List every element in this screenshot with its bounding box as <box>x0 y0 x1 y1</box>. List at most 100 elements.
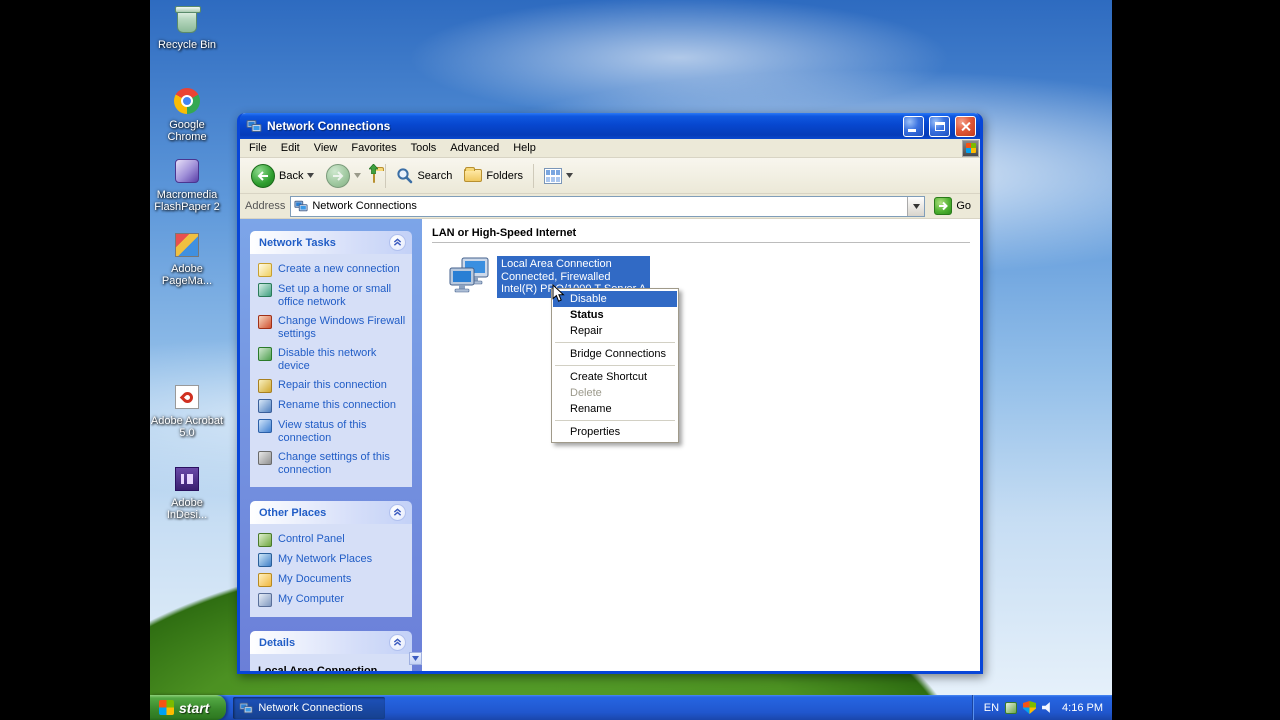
language-indicator[interactable]: EN <box>984 702 999 714</box>
menu-favorites[interactable]: Favorites <box>344 140 403 156</box>
task-label: Rename this connection <box>278 399 397 411</box>
windows-flag-icon <box>159 700 174 715</box>
task-create-new-connection[interactable]: Create a new connection <box>256 260 409 280</box>
context-menu-item-disable[interactable]: Disable <box>553 291 677 307</box>
connection-status: Connected, Firewalled <box>501 270 611 283</box>
address-label: Address <box>245 200 286 212</box>
pagemaker-icon <box>172 230 202 260</box>
folders-label: Folders <box>486 169 524 182</box>
collapse-button[interactable] <box>389 634 406 651</box>
security-shield-icon[interactable] <box>1023 701 1037 714</box>
start-button[interactable]: start <box>150 695 227 720</box>
local-area-connection-item[interactable]: Local Area Connection Connected, Firewal… <box>448 256 970 298</box>
recycle-bin-icon <box>172 6 202 36</box>
forward-icon <box>326 163 351 188</box>
chevron-down-icon <box>412 656 419 661</box>
up-folder-icon <box>369 163 379 183</box>
link-control-panel[interactable]: Control Panel <box>256 530 409 550</box>
up-button[interactable] <box>368 163 380 185</box>
taskbar-button-label: Network Connections <box>258 701 363 714</box>
task-repair-connection[interactable]: Repair this connection <box>256 376 409 396</box>
desktop-icon-recycle-bin[interactable]: Recycle Bin <box>150 6 224 51</box>
context-menu-item-bridge-connections[interactable]: Bridge Connections <box>553 346 677 362</box>
desktop-icon-google-chrome[interactable]: Google Chrome <box>150 86 224 143</box>
chevron-up-icon <box>393 638 402 646</box>
context-menu-item-properties[interactable]: Properties <box>553 424 677 440</box>
menu-view[interactable]: View <box>307 140 345 156</box>
menu-edit[interactable]: Edit <box>274 140 307 156</box>
task-change-settings[interactable]: Change settings of this connection <box>256 448 409 480</box>
address-combobox[interactable]: Network Connections <box>290 195 926 217</box>
group-header: LAN or High-Speed Internet <box>432 225 970 243</box>
context-menu: Disable Status Repair Bridge Connections… <box>551 288 679 443</box>
address-dropdown-button[interactable] <box>907 196 925 216</box>
search-button[interactable]: Search <box>391 164 457 187</box>
context-menu-item-create-shortcut[interactable]: Create Shortcut <box>553 369 677 385</box>
collapse-button[interactable] <box>389 234 406 251</box>
task-setup-home-network[interactable]: Set up a home or small office network <box>256 280 409 312</box>
details-header[interactable]: Details <box>250 631 412 654</box>
link-my-network-places[interactable]: My Network Places <box>256 550 409 570</box>
rename-icon <box>258 399 272 413</box>
desktop-icon-label: Macromedia FlashPaper 2 <box>154 189 220 213</box>
other-places-section: Other Places Control Panel My Network Pl <box>250 501 412 617</box>
task-disable-device[interactable]: Disable this network device <box>256 344 409 376</box>
link-my-documents[interactable]: My Documents <box>256 570 409 590</box>
menu-help[interactable]: Help <box>506 140 543 156</box>
toolbar-separator <box>385 163 387 188</box>
desktop-icon-acrobat[interactable]: Adobe Acrobat 5.0 <box>150 382 224 439</box>
disable-device-icon <box>258 347 272 361</box>
taskbar-button-network-connections[interactable]: Network Connections <box>233 696 386 719</box>
desktop-icon-indesign[interactable]: Adobe InDesi... <box>150 464 224 521</box>
firewall-icon <box>258 315 272 329</box>
address-bar: Address Network Connections Go <box>240 194 980 219</box>
pane-scroll-down-button[interactable] <box>409 652 422 665</box>
connection-name: Local Area Connection <box>501 258 612 270</box>
task-change-firewall-settings[interactable]: Change Windows Firewall settings <box>256 312 409 344</box>
task-rename-connection[interactable]: Rename this connection <box>256 396 409 416</box>
other-places-body: Control Panel My Network Places My Docum… <box>250 524 412 617</box>
forward-dropdown-icon[interactable] <box>354 173 362 178</box>
network-tasks-header[interactable]: Network Tasks <box>250 231 412 254</box>
views-dropdown-icon[interactable] <box>566 173 574 178</box>
context-menu-item-status[interactable]: Status <box>553 307 677 323</box>
context-menu-item-rename[interactable]: Rename <box>553 401 677 417</box>
mouse-cursor <box>552 284 565 302</box>
network-tasks-title: Network Tasks <box>259 236 336 249</box>
indesign-icon <box>172 464 202 494</box>
back-button[interactable]: Back <box>246 161 319 191</box>
details-connection-name: Local Area Connection <box>250 654 412 671</box>
task-view-status[interactable]: View status of this connection <box>256 416 409 448</box>
my-computer-icon <box>258 593 272 607</box>
desktop-icon-flashpaper[interactable]: Macromedia FlashPaper 2 <box>150 156 224 213</box>
maximize-icon <box>934 121 945 131</box>
close-button[interactable] <box>955 115 976 137</box>
network-connections-icon <box>246 120 262 132</box>
link-my-computer[interactable]: My Computer <box>256 590 409 610</box>
minimize-button[interactable] <box>903 115 924 137</box>
flashpaper-icon <box>172 156 202 186</box>
address-value[interactable]: Network Connections <box>312 200 417 212</box>
menu-tools[interactable]: Tools <box>404 140 444 156</box>
maximize-button[interactable] <box>929 115 950 137</box>
desktop-icon-label: Google Chrome <box>167 119 207 143</box>
network-places-icon <box>258 553 272 567</box>
views-button[interactable] <box>539 165 578 187</box>
desktop-icon-pagemaker[interactable]: Adobe PageMa... <box>150 230 224 287</box>
details-section: Details Local Area Connection <box>250 631 412 671</box>
menu-advanced[interactable]: Advanced <box>443 140 506 156</box>
volume-icon[interactable] <box>1042 702 1050 713</box>
new-connection-icon <box>258 263 272 277</box>
hardware-tray-icon[interactable] <box>1005 701 1018 714</box>
collapse-button[interactable] <box>389 504 406 521</box>
menu-file[interactable]: File <box>242 140 274 156</box>
folders-button[interactable]: Folders <box>459 166 528 185</box>
settings-icon <box>258 451 272 465</box>
window-titlebar[interactable]: Network Connections <box>240 113 980 139</box>
other-places-header[interactable]: Other Places <box>250 501 412 524</box>
back-label: Back <box>279 169 304 182</box>
back-dropdown-icon[interactable] <box>307 173 315 178</box>
forward-button[interactable] <box>321 161 366 191</box>
go-button[interactable]: Go <box>930 197 975 215</box>
context-menu-item-repair[interactable]: Repair <box>553 323 677 339</box>
